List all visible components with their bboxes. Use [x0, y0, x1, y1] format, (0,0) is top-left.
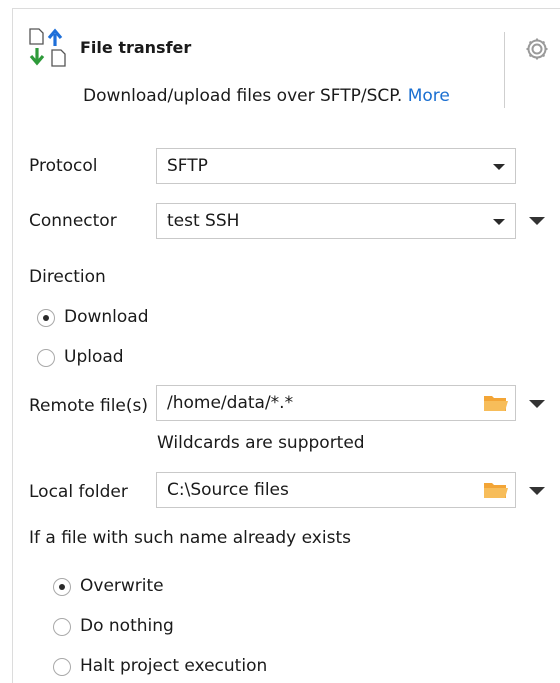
exists-do-nothing-label[interactable]: Do nothing [80, 616, 174, 636]
exists-halt-label[interactable]: Halt project execution [80, 656, 267, 676]
chevron-down-icon [493, 164, 505, 170]
connector-label: Connector [29, 211, 117, 231]
connector-select[interactable]: test SSH [156, 203, 516, 239]
direction-label: Direction [29, 267, 106, 287]
direction-upload-radio[interactable] [37, 349, 55, 367]
remote-files-value: /home/data/*.* [167, 393, 294, 413]
gear-icon[interactable] [524, 36, 550, 67]
connector-menu-arrow-icon[interactable] [529, 217, 545, 225]
exists-label: If a file with such name already exists [29, 528, 351, 548]
local-folder-value: C:\Source files [167, 480, 289, 500]
connector-value: test SSH [167, 211, 240, 231]
exists-halt-radio[interactable] [53, 658, 71, 676]
wildcards-hint: Wildcards are supported [157, 433, 365, 453]
local-folder-input[interactable]: C:\Source files [156, 472, 516, 508]
protocol-select[interactable]: SFTP [156, 148, 516, 184]
direction-download-label[interactable]: Download [64, 307, 149, 327]
remote-files-menu-arrow-icon[interactable] [529, 400, 545, 408]
exists-overwrite-label[interactable]: Overwrite [80, 576, 164, 596]
direction-download-radio[interactable] [37, 309, 55, 327]
folder-icon[interactable] [483, 480, 509, 505]
panel-title: File transfer [80, 38, 192, 57]
header-divider [504, 32, 505, 108]
protocol-label: Protocol [29, 156, 98, 176]
local-folder-menu-arrow-icon[interactable] [529, 487, 545, 495]
direction-upload-label[interactable]: Upload [64, 347, 124, 367]
folder-icon[interactable] [483, 393, 509, 418]
more-link[interactable]: More [408, 86, 450, 106]
file-transfer-icon [28, 28, 68, 73]
exists-do-nothing-radio[interactable] [53, 618, 71, 636]
local-folder-label: Local folder [29, 482, 128, 502]
exists-overwrite-radio[interactable] [53, 578, 71, 596]
description-text: Download/upload files over SFTP/SCP. [83, 86, 403, 106]
chevron-down-icon [493, 219, 505, 225]
remote-files-label: Remote file(s) [29, 396, 149, 416]
remote-files-input[interactable]: /home/data/*.* [156, 385, 516, 421]
panel-description: Download/upload files over SFTP/SCP. Mor… [83, 86, 450, 106]
protocol-value: SFTP [167, 156, 208, 176]
